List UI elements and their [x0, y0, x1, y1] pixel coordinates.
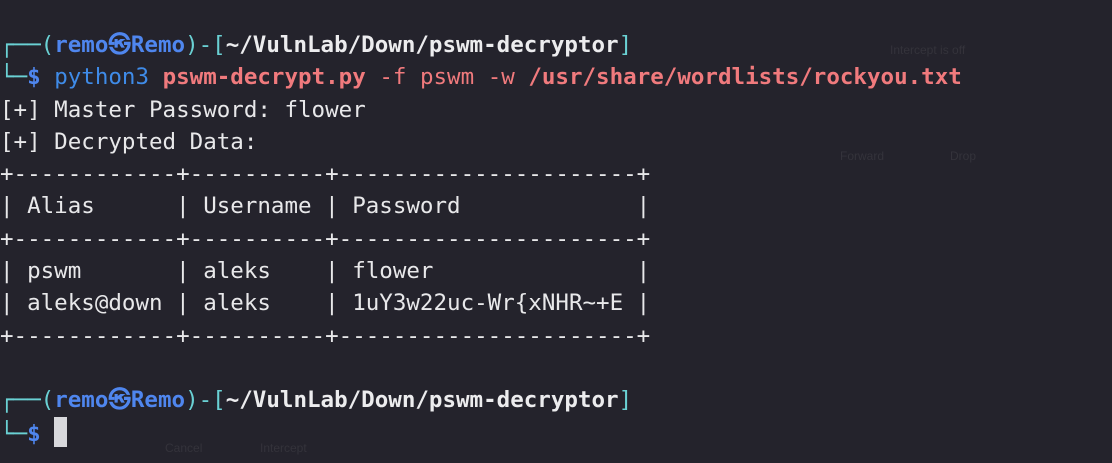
command-flag-wordlist: -w [487, 64, 515, 91]
text-cursor[interactable] [54, 416, 68, 447]
prompt-open-paren: ( [40, 387, 55, 414]
prompt-close-bracket: ] [618, 32, 633, 58]
prompt-open-bracket: [ [212, 32, 226, 58]
prompt-close-bracket: ] [618, 387, 633, 414]
prompt-cwd: ~/VulnLab/Down/pswm-decryptor [225, 387, 619, 414]
command-wordlist-value: /usr/share/wordlists/rockyou.txt [528, 64, 962, 91]
prompt-symbol: $ [27, 64, 41, 91]
prompt-close-paren: ) [185, 32, 199, 58]
table-row: | pswm | aleks | flower | [0, 258, 651, 285]
command-flag-file: -f [379, 64, 407, 91]
prompt-user: remo [54, 387, 109, 414]
prompt-separator-icon: ㉿ [108, 387, 131, 414]
prompt-host: Remo [130, 387, 186, 414]
output-table: +------------+----------+---------------… [0, 158, 1112, 352]
ghost-text-forward: Forward [840, 149, 885, 163]
command-program: python3 [54, 64, 150, 91]
table-border-top: +------------+----------+---------------… [0, 161, 651, 188]
prompt-close-paren: ) [185, 387, 199, 414]
prompt-user: remo [54, 32, 109, 58]
prompt-open-paren: ( [40, 32, 55, 58]
table-header-row: | Alias | Username | Password | [0, 193, 651, 220]
prompt-separator-icon: ㉿ [108, 32, 131, 58]
prompt-host: Remo [130, 32, 186, 58]
ghost-text-cancel: Cancel [165, 441, 203, 455]
table-row: | aleks@down | aleks | 1uY3w22uc-Wr{xNHR… [0, 290, 651, 317]
command-file-value: pswm [419, 64, 475, 91]
command-script: pswm-decrypt.py [162, 64, 366, 91]
ghost-text-intercept-tab: Intercept [260, 441, 307, 455]
prompt-cwd: ~/VulnLab/Down/pswm-decryptor [225, 32, 619, 58]
prompt-dash: - [198, 32, 213, 58]
terminal-window[interactable]: Intercept is off Cancel Forward Drop Int… [0, 0, 1112, 463]
prompt-header-line: ┌──(remo㉿Remo)-[~/VulnLab/Down/pswm-decr… [0, 384, 1112, 416]
table-border-bottom: +------------+----------+---------------… [0, 322, 651, 349]
prompt-open-bracket: [ [212, 387, 226, 414]
prompt-corner-bottom: └─ [0, 420, 28, 447]
prompt-corner-bottom: └─ [0, 64, 28, 91]
prompt-dash: - [198, 387, 213, 414]
ghost-text-drop: Drop [950, 149, 977, 163]
ghost-text-intercept: Intercept is off [890, 43, 966, 57]
output-decrypted-data: [+] Decrypted Data: [0, 128, 258, 155]
prompt-symbol: $ [27, 420, 41, 447]
prompt-corner-top: ┌── [0, 32, 41, 58]
output-master-password: [+] Master Password: flower [0, 96, 366, 123]
table-border-mid: +------------+----------+---------------… [0, 225, 651, 252]
prompt-corner-top: ┌── [0, 387, 41, 414]
